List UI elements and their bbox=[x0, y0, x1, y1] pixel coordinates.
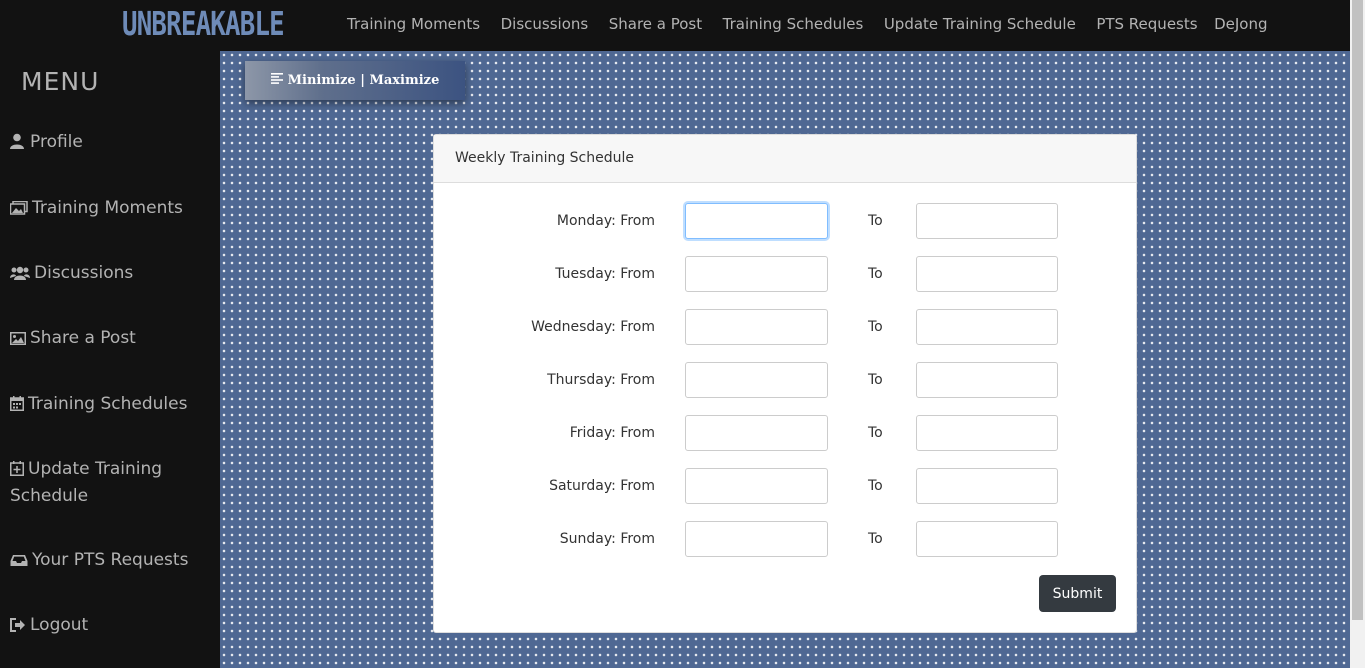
day-label: Thursday: From bbox=[547, 372, 655, 388]
sidebar-item-label: Training Moments bbox=[32, 198, 183, 218]
to-label: To bbox=[868, 425, 883, 441]
sidebar-item-update-training-schedule[interactable]: Update Training Schedule bbox=[10, 457, 190, 509]
sidebar-item-training-schedules[interactable]: Training Schedules bbox=[10, 392, 215, 419]
sidebar-item-logout[interactable]: Logout bbox=[10, 613, 215, 640]
day-label: Tuesday: From bbox=[555, 266, 655, 282]
topnav-share-a-post[interactable]: Share a Post bbox=[609, 15, 702, 33]
calendar-plus-icon bbox=[10, 459, 24, 484]
to-label: To bbox=[868, 478, 883, 494]
sidebar-item-discussions[interactable]: Discussions bbox=[10, 261, 215, 288]
topnav-user[interactable]: DeJong bbox=[1214, 15, 1267, 33]
to-label: To bbox=[868, 372, 883, 388]
schedule-row-monday: Monday: From To bbox=[434, 203, 1136, 241]
tuesday-to-input[interactable] bbox=[916, 256, 1058, 292]
sidebar-item-label: Profile bbox=[30, 132, 83, 152]
sidebar-item-profile[interactable]: Profile bbox=[10, 130, 215, 157]
to-label: To bbox=[868, 531, 883, 547]
sign-out-icon bbox=[10, 615, 26, 640]
sidebar-item-label: Your PTS Requests bbox=[32, 550, 189, 570]
friday-to-input[interactable] bbox=[916, 415, 1058, 451]
to-label: To bbox=[868, 266, 883, 282]
main-content: Minimize | Maximize Weekly Training Sche… bbox=[220, 51, 1350, 668]
minimize-maximize-button[interactable]: Minimize | Maximize bbox=[245, 61, 465, 100]
sunday-from-input[interactable] bbox=[685, 521, 828, 557]
sidebar-item-label: Discussions bbox=[34, 263, 134, 283]
user-icon bbox=[10, 132, 26, 157]
brand-logo[interactable]: UNBREAKABLE bbox=[122, 4, 285, 44]
schedule-row-wednesday: Wednesday: From To bbox=[434, 309, 1136, 347]
schedule-row-saturday: Saturday: From To bbox=[434, 468, 1136, 506]
topnav-update-training-schedule[interactable]: Update Training Schedule bbox=[884, 15, 1076, 33]
sidebar-item-label: Training Schedules bbox=[28, 394, 188, 414]
to-label: To bbox=[868, 213, 883, 229]
topnav-training-schedules[interactable]: Training Schedules bbox=[723, 15, 864, 33]
sidebar-item-share-a-post[interactable]: Share a Post bbox=[10, 326, 215, 353]
sidebar-item-label: Share a Post bbox=[30, 328, 136, 348]
inbox-icon bbox=[10, 550, 28, 575]
sidebar-item-label: Logout bbox=[30, 615, 89, 635]
monday-to-input[interactable] bbox=[916, 203, 1058, 239]
sidebar-item-training-moments[interactable]: Training Moments bbox=[9, 196, 215, 223]
image-icon bbox=[10, 328, 26, 353]
page-scrollbar-thumb[interactable] bbox=[1352, 0, 1363, 620]
wednesday-to-input[interactable] bbox=[916, 309, 1058, 345]
top-navbar: UNBREAKABLE Training Moments Discussions… bbox=[0, 0, 1350, 51]
sunday-to-input[interactable] bbox=[916, 521, 1058, 557]
sidebar-item-label: Update Training Schedule bbox=[10, 459, 163, 506]
thursday-to-input[interactable] bbox=[916, 362, 1058, 398]
day-label: Monday: From bbox=[556, 213, 655, 229]
card-title: Weekly Training Schedule bbox=[434, 135, 1136, 183]
to-label: To bbox=[868, 319, 883, 335]
saturday-to-input[interactable] bbox=[916, 468, 1058, 504]
schedule-row-sunday: Sunday: From To bbox=[434, 521, 1136, 559]
submit-button[interactable]: Submit bbox=[1039, 575, 1116, 612]
menu-title: MENU bbox=[21, 67, 100, 96]
minimize-maximize-label: Minimize | Maximize bbox=[287, 73, 440, 88]
day-label: Friday: From bbox=[569, 425, 655, 441]
day-label: Saturday: From bbox=[549, 478, 655, 494]
topnav-discussions[interactable]: Discussions bbox=[501, 15, 589, 33]
friday-from-input[interactable] bbox=[685, 415, 828, 451]
top-nav: Training Moments Discussions Share a Pos… bbox=[347, 0, 1288, 47]
day-label: Sunday: From bbox=[559, 531, 655, 547]
thursday-from-input[interactable] bbox=[685, 362, 828, 398]
schedule-row-thursday: Thursday: From To bbox=[434, 362, 1136, 400]
calendar-icon bbox=[10, 394, 24, 419]
wednesday-from-input[interactable] bbox=[685, 309, 828, 345]
images-icon bbox=[9, 198, 28, 223]
users-icon bbox=[10, 263, 30, 288]
sidebar-item-your-pts-requests[interactable]: Your PTS Requests bbox=[10, 548, 215, 575]
day-label: Wednesday: From bbox=[531, 319, 655, 335]
monday-from-input[interactable] bbox=[685, 203, 828, 239]
topnav-training-moments[interactable]: Training Moments bbox=[347, 15, 480, 33]
schedule-row-tuesday: Tuesday: From To bbox=[434, 256, 1136, 294]
align-left-icon bbox=[270, 73, 283, 88]
topnav-pts-requests[interactable]: PTS Requests bbox=[1096, 15, 1197, 33]
tuesday-from-input[interactable] bbox=[685, 256, 828, 292]
saturday-from-input[interactable] bbox=[685, 468, 828, 504]
schedule-row-friday: Friday: From To bbox=[434, 415, 1136, 453]
weekly-schedule-card: Weekly Training Schedule Monday: From To… bbox=[433, 134, 1137, 633]
sidebar: MENU Profile Training Moments Discussion… bbox=[0, 51, 220, 668]
